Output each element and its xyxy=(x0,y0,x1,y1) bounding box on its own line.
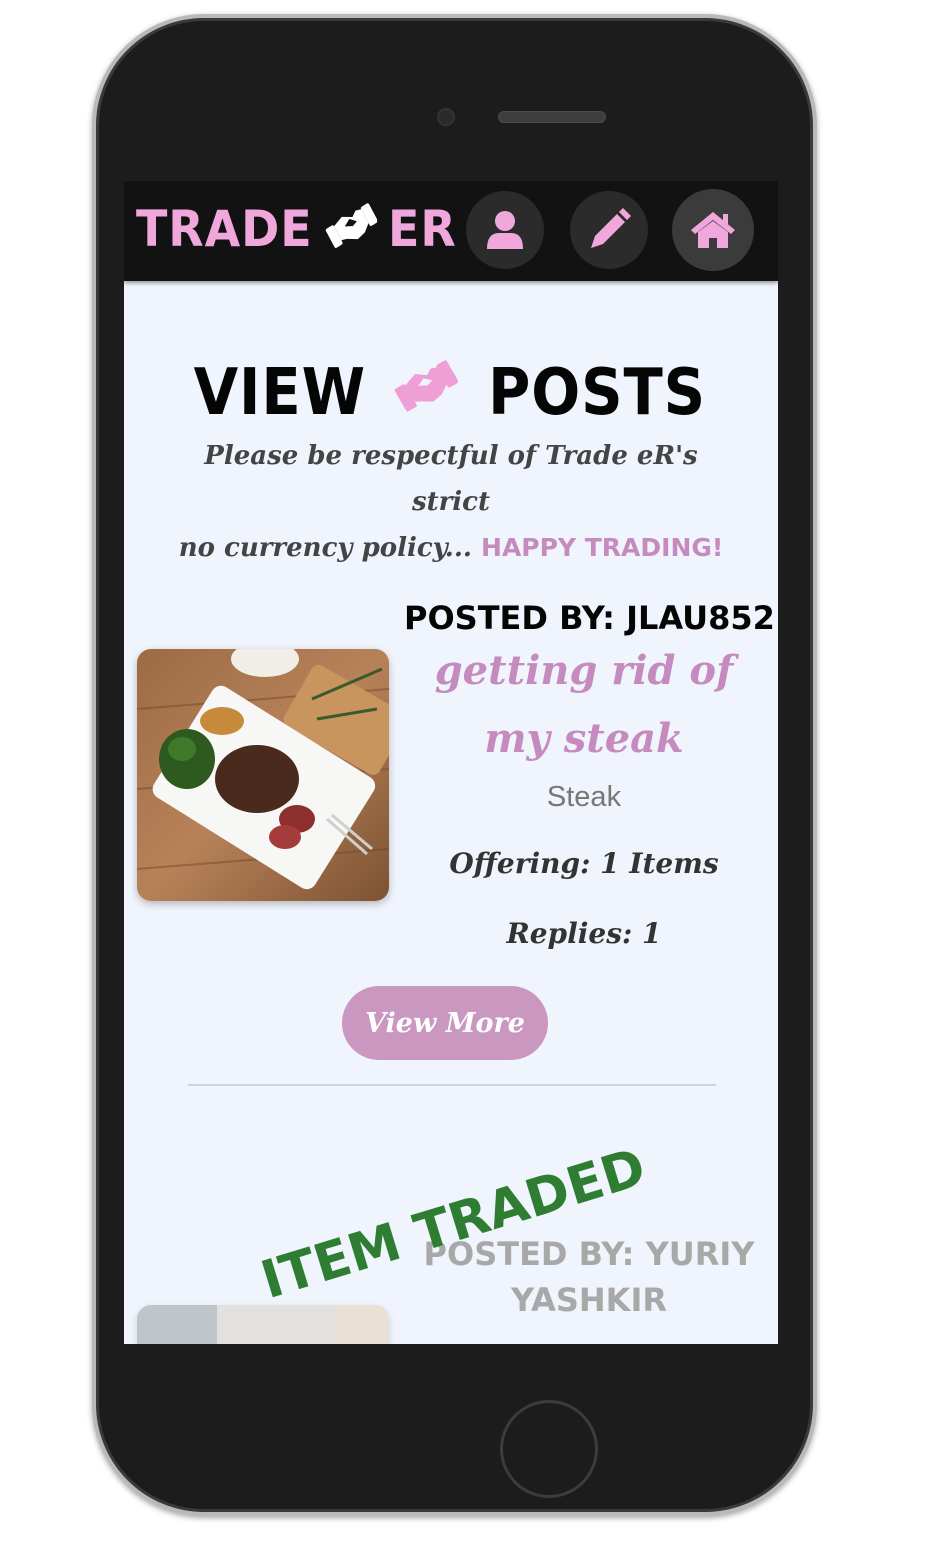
page-title-right: POSTS xyxy=(487,356,706,430)
page-title-left: VIEW xyxy=(193,356,367,430)
phone-home-button[interactable] xyxy=(500,1400,598,1498)
front-camera xyxy=(437,108,455,126)
post-category: Steak xyxy=(546,781,622,813)
post-title[interactable]: getting rid of my steak xyxy=(409,637,759,773)
view-more-button[interactable]: View More xyxy=(342,986,548,1060)
post-image-steak[interactable] xyxy=(137,649,389,901)
home-button[interactable] xyxy=(672,189,754,271)
post-image-traded[interactable] xyxy=(137,1305,389,1344)
navbar: TRADE ER xyxy=(124,181,778,281)
create-post-button[interactable] xyxy=(570,191,648,269)
earpiece-speaker xyxy=(498,111,606,123)
profile-button[interactable] xyxy=(466,191,544,269)
page-title: VIEW POSTS xyxy=(124,351,778,435)
happy-trading-text: HAPPY TRADING! xyxy=(481,533,724,562)
handshake-icon xyxy=(324,197,378,261)
brand-right-text: ER xyxy=(388,200,457,258)
home-icon xyxy=(691,212,735,248)
post-divider xyxy=(188,1084,716,1086)
brand-logo[interactable]: TRADE ER xyxy=(136,199,457,259)
app-screen: TRADE ER VIEW POSTS Please be respectful… xyxy=(124,181,778,1344)
subtitle-line-1: Please be respectful of Trade eR's stric… xyxy=(204,441,698,517)
page-subtitle: Please be respectful of Trade eR's stric… xyxy=(164,433,738,571)
subtitle-line-2: no currency policy... xyxy=(178,533,472,563)
handshake-icon xyxy=(394,351,458,435)
brand-left-text: TRADE xyxy=(136,200,313,258)
post-offering: Offering: 1 Items xyxy=(449,847,719,880)
post-replies: Replies: 1 xyxy=(506,917,662,950)
user-icon xyxy=(487,211,523,249)
post-author: POSTED BY: JLAU852 xyxy=(404,599,775,637)
pencil-icon xyxy=(591,208,631,248)
